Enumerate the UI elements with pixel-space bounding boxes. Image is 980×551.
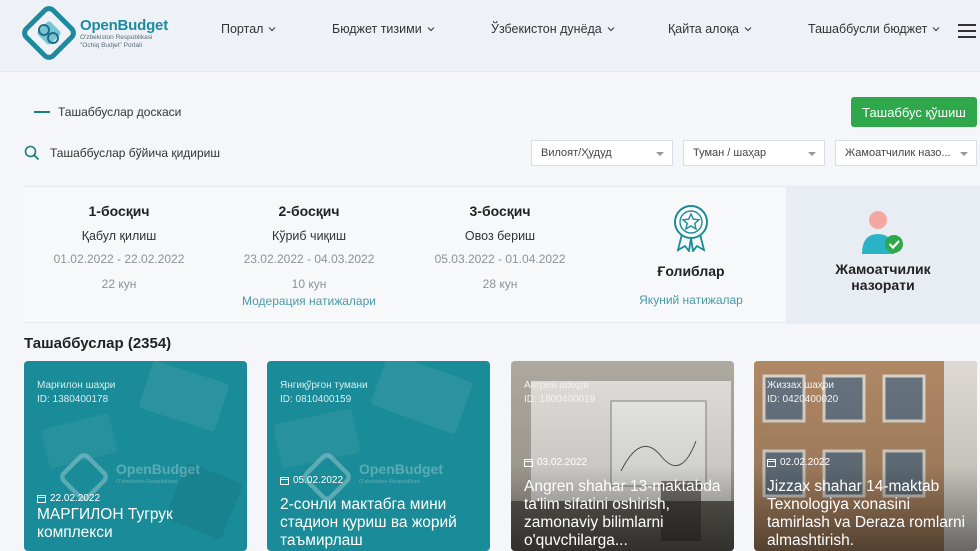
card-date: 05.02.2022: [280, 475, 343, 486]
calendar-icon: [767, 459, 776, 467]
nav-item-budget-system[interactable]: Бюджет тизими: [332, 22, 435, 36]
card-district: Янгиқўрғон тумани: [280, 380, 368, 391]
public-control-select[interactable]: Жамоатчилик назо...: [835, 140, 977, 166]
card-title[interactable]: Angren shahar 13-maktabda ta'lim sifatin…: [524, 478, 729, 550]
chevron-down-icon: [744, 27, 752, 32]
initiative-card[interactable]: OpenBudget O'zbekiston Respublikasi Марғ…: [24, 361, 247, 551]
stage-title: 3-босқич: [469, 203, 531, 219]
card-date: 02.02.2022: [767, 457, 830, 468]
winners-block[interactable]: Ғолиблар Якуний натижалар: [596, 187, 786, 324]
initiative-card[interactable]: OpenBudget O'zbekiston Respublikasi Янги…: [267, 361, 490, 551]
person-check-icon: [862, 211, 903, 254]
chevron-down-icon: [427, 27, 435, 32]
calendar-icon: [37, 495, 46, 503]
stage-subtitle: Кўриб чиқиш: [271, 229, 347, 243]
stage-days: 10 кун: [291, 277, 327, 291]
stage-subtitle: Қабул қилиш: [81, 229, 157, 243]
final-results-link[interactable]: Якуний натижалар: [596, 293, 786, 307]
initiatives-title: Ташаббуслар (2354): [24, 335, 172, 352]
district-select[interactable]: Туман / шаҳар: [683, 140, 825, 166]
nav-item-initiative-budget[interactable]: Ташаббусли бюджет: [808, 22, 940, 36]
search-input[interactable]: [50, 146, 450, 160]
badge-star-icon: [674, 205, 708, 252]
initiative-card[interactable]: Ангрен шаҳри ID: 1800400019 03.02.2022 A…: [511, 361, 734, 551]
moderation-results-link[interactable]: Модерация натижалари: [214, 294, 404, 308]
public-control-title: Жамоатчилик назорати: [835, 261, 931, 293]
label-dash: [34, 111, 50, 113]
card-id: ID: 0810400159: [280, 394, 352, 405]
nav-item-uzbekistan-world[interactable]: Ўзбекистон дунёда: [491, 22, 615, 36]
card-title[interactable]: 2-сонли мактабга мини стадион қуриш ва ж…: [280, 496, 485, 550]
search-icon: [24, 145, 40, 161]
stage-dates: 23.02.2022 - 04.03.2022: [243, 252, 375, 266]
card-id: ID: 0420400020: [767, 394, 839, 405]
stage-title: 2-босқич: [278, 203, 340, 219]
logo-subtitle-2: "Ochiq Budjet" Portali: [80, 41, 143, 49]
nav-item-feedback[interactable]: Қайта алоқа: [668, 22, 752, 36]
winners-title: Ғолиблар: [657, 263, 725, 279]
stage-days: 22 кун: [101, 277, 137, 291]
caret-down-icon: [656, 152, 664, 156]
region-select[interactable]: Вилоят/Ҳудуд: [531, 140, 673, 166]
card-district: Ангрен шаҳри: [524, 380, 589, 391]
card-district: Марғилон шаҳри: [37, 380, 116, 391]
nav-item-portal[interactable]: Портал: [221, 22, 276, 36]
stage-days: 28 кун: [482, 277, 518, 291]
card-id: ID: 1800400019: [524, 394, 596, 405]
stage-dates: 05.03.2022 - 01.04.2022: [434, 252, 566, 266]
card-id: ID: 1380400178: [37, 394, 109, 405]
card-district: Жиззах шаҳри: [767, 380, 834, 391]
chevron-down-icon: [607, 27, 615, 32]
board-label: Ташаббуслар доскаси: [34, 105, 181, 119]
top-header: OpenBudget O'zbekiston Respublikasi "Och…: [0, 0, 980, 72]
main-nav: Портал Бюджет тизими Ўзбекистон дунёда Қ…: [0, 22, 980, 42]
caret-down-icon: [808, 152, 816, 156]
calendar-icon: [524, 459, 533, 467]
card-title[interactable]: Jizzax shahar 14-maktab Texnologiya xona…: [767, 478, 972, 550]
chevron-down-icon: [932, 27, 940, 32]
initiative-card[interactable]: Жиззах шаҳри ID: 0420400020 02.02.2022 J…: [754, 361, 977, 551]
search-bar: [24, 142, 504, 164]
stages-panel: 1-босқич Қабул қилиш 01.02.2022 - 22.02.…: [24, 186, 980, 324]
add-initiative-button[interactable]: Ташаббус қўшиш: [851, 97, 977, 127]
public-control-block[interactable]: Жамоатчилик назорати: [786, 187, 980, 324]
stage-dates: 01.02.2022 - 22.02.2022: [53, 252, 185, 266]
card-date: 22.02.2022: [37, 493, 100, 504]
chevron-down-icon: [269, 27, 276, 32]
caret-down-icon: [960, 152, 968, 156]
card-title[interactable]: МАРГИЛОН Тугрук комплекси: [37, 506, 242, 542]
stage-subtitle: Овоз бериш: [464, 229, 536, 243]
calendar-icon: [280, 477, 289, 485]
card-date: 03.02.2022: [524, 457, 587, 468]
hamburger-menu-icon[interactable]: [958, 24, 976, 38]
stage-title: 1-босқич: [88, 203, 150, 219]
